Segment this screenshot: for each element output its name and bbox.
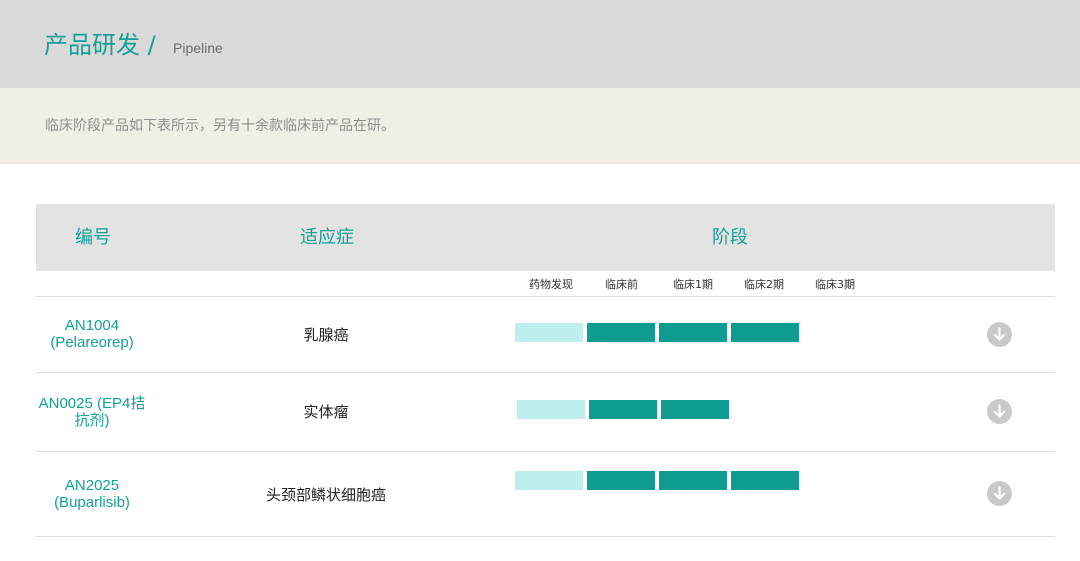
product-code[interactable]: AN0025 (EP4拮 抗剂) <box>17 395 167 429</box>
intro-text: 临床阶段产品如下表所示，另有十余款临床前产品在研。 <box>45 118 395 134</box>
download-arrow-icon <box>993 327 1006 341</box>
product-code-line2: (Pelareorep) <box>50 334 134 351</box>
stage-bar-phase2 <box>731 323 799 342</box>
stage-bar-preclinical <box>589 400 657 419</box>
product-code[interactable]: AN1004 (Pelareorep) <box>17 317 167 351</box>
phase-label-phase1: 临床1期 <box>673 278 713 291</box>
stage-bar-discovery <box>515 471 583 490</box>
stage-bar-phase2 <box>731 471 799 490</box>
stage-bar-preclinical <box>587 323 655 342</box>
product-indication: 头颈部鳞状细胞癌 <box>265 486 386 504</box>
stage-bar-discovery <box>517 400 585 419</box>
intro-banner: 临床阶段产品如下表所示，另有十余款临床前产品在研。 <box>0 88 1080 164</box>
product-code-line1: AN1004 <box>64 317 120 334</box>
phase-label-preclinical: 临床前 <box>605 278 638 291</box>
product-code-line2: (Buparlisib) <box>54 494 130 511</box>
download-button[interactable] <box>987 481 1012 506</box>
row-divider <box>36 296 1055 297</box>
product-indication: 乳腺癌 <box>303 326 349 344</box>
download-arrow-icon <box>993 486 1006 500</box>
table-header: 编号 适应症 阶段 <box>36 204 1055 271</box>
product-code-line2: 抗剂) <box>74 412 110 429</box>
stage-bar-phase1 <box>659 471 727 490</box>
page-subtitle: Pipeline <box>173 40 223 56</box>
stage-bar-discovery <box>515 323 583 342</box>
column-header-code: 编号 <box>75 227 111 248</box>
download-arrow-icon <box>993 404 1006 418</box>
page-title: 产品研发 / <box>44 31 156 59</box>
stage-bar-phase1 <box>661 400 729 419</box>
product-code-line1: AN2025 <box>64 477 120 494</box>
phase-label-phase3: 临床3期 <box>815 278 855 291</box>
column-header-stage: 阶段 <box>712 227 748 248</box>
row-divider <box>36 372 1055 373</box>
phase-label-discovery: 药物发现 <box>529 278 573 291</box>
download-button[interactable] <box>987 322 1012 347</box>
page-header: 产品研发 / Pipeline <box>0 0 1080 88</box>
product-code[interactable]: AN2025 (Buparlisib) <box>17 477 167 511</box>
product-code-line1: AN0025 (EP4拮 <box>38 395 146 412</box>
phase-label-phase2: 临床2期 <box>744 278 784 291</box>
stage-bar-preclinical <box>587 471 655 490</box>
column-header-indication: 适应症 <box>300 227 354 248</box>
stage-bar-phase1 <box>659 323 727 342</box>
row-divider <box>36 536 1055 537</box>
product-indication: 实体瘤 <box>303 403 349 421</box>
row-divider <box>36 451 1055 452</box>
download-button[interactable] <box>987 399 1012 424</box>
